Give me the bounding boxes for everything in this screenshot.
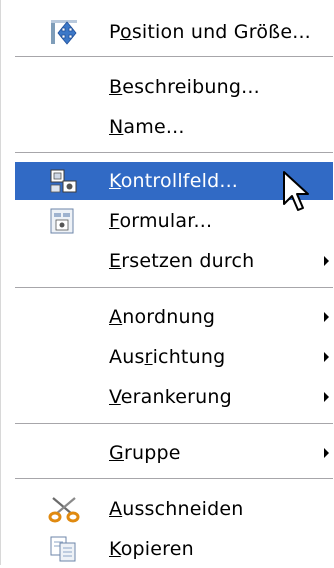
context-menu: Position und Größe... Beschreibung... Na…: [0, 0, 334, 565]
menu-item-gruppe[interactable]: Gruppe: [15, 434, 333, 472]
menu-item-verankerung[interactable]: Verankerung: [15, 378, 333, 416]
menu-item-beschreibung[interactable]: Beschreibung...: [15, 68, 333, 106]
menu-separator: [15, 56, 333, 58]
submenu-arrow-icon: [324, 448, 329, 458]
menu-item-position-size[interactable]: Position und Größe...: [15, 13, 333, 51]
menu-separator: [15, 423, 333, 425]
menu-separator: [15, 478, 333, 480]
mouse-cursor-icon: [283, 171, 309, 211]
scissors-icon: [48, 497, 80, 523]
menu-separator: [15, 287, 333, 289]
menu-item-ersetzen-durch[interactable]: Ersetzen durch: [15, 242, 333, 280]
submenu-arrow-icon: [324, 392, 329, 402]
submenu-arrow-icon: [324, 312, 329, 322]
control-field-icon: [50, 169, 77, 193]
menu-item-ausrichtung[interactable]: Ausrichtung: [15, 338, 333, 376]
menu-item-kopieren[interactable]: Kopieren: [15, 530, 333, 568]
submenu-arrow-icon: [324, 352, 329, 362]
copy-icon: [50, 536, 76, 562]
menu-item-ausschneiden[interactable]: Ausschneiden: [15, 490, 333, 528]
position-size-icon: [51, 20, 77, 45]
form-icon: [50, 208, 74, 234]
submenu-arrow-icon: [324, 256, 329, 266]
menu-item-name[interactable]: Name...: [15, 108, 333, 146]
menu-item-anordnung[interactable]: Anordnung: [15, 298, 333, 336]
menu-separator: [15, 152, 333, 154]
